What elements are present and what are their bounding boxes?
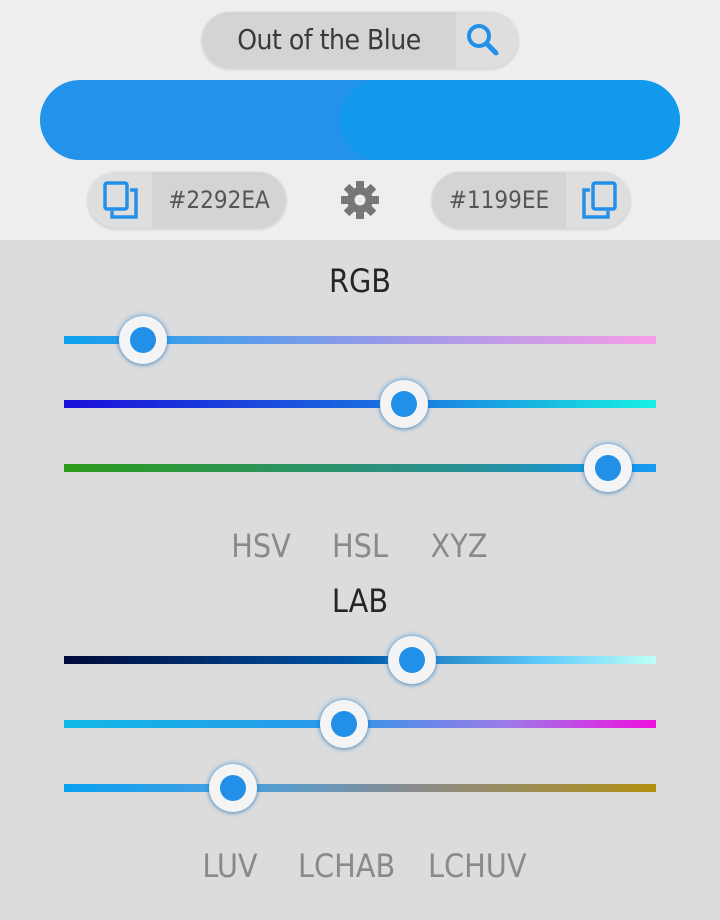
lab-l-slider-track (64, 656, 656, 664)
color-preview-new (340, 80, 680, 160)
blue-slider-thumb[interactable] (584, 444, 633, 492)
copy-icon (103, 181, 138, 219)
old-hex-pill: #2292EA (88, 172, 286, 228)
old-hex-value[interactable]: #2292EA (152, 172, 286, 228)
copy-new-hex-button[interactable] (566, 172, 630, 228)
lab-b-slider-thumb[interactable] (208, 764, 257, 812)
color-name-label: Out of the Blue (202, 12, 456, 68)
tab-luv[interactable]: LUV (200, 846, 260, 886)
lab-a-slider[interactable] (64, 699, 656, 749)
color-name-pill: Out of the Blue (202, 12, 518, 68)
blue-slider-track (64, 464, 656, 472)
tab-lchuv[interactable]: LCHUV (428, 846, 527, 886)
lab-a-slider-thumb[interactable] (320, 700, 369, 748)
tab-hsv[interactable]: HSV (230, 526, 292, 566)
lab-b-slider[interactable] (64, 763, 656, 813)
green-slider[interactable] (64, 379, 656, 429)
lab-section-title: LAB (331, 582, 389, 620)
new-hex-value[interactable]: #1199EE (432, 172, 566, 228)
lab-b-slider-track (64, 784, 656, 792)
copy-icon (582, 181, 617, 219)
rgb-section-title: RGB (328, 262, 392, 300)
tab-xyz[interactable]: XYZ (430, 526, 488, 566)
green-slider-track (64, 400, 656, 408)
tab-lchab[interactable]: LCHAB (298, 846, 395, 886)
new-hex-pill: #1199EE (432, 172, 630, 228)
red-slider[interactable] (64, 315, 656, 365)
settings-button[interactable] (336, 176, 384, 224)
lab-l-slider[interactable] (64, 635, 656, 685)
tab-hsl[interactable]: HSL (330, 526, 390, 566)
copy-old-hex-button[interactable] (88, 172, 152, 228)
red-slider-thumb[interactable] (119, 316, 168, 364)
lab-l-slider-thumb[interactable] (387, 636, 436, 684)
search-button[interactable] (456, 12, 518, 68)
search-icon (467, 24, 499, 56)
color-preview[interactable] (40, 80, 680, 160)
gear-icon (341, 181, 379, 219)
blue-slider[interactable] (64, 443, 656, 493)
green-slider-thumb[interactable] (379, 380, 428, 428)
